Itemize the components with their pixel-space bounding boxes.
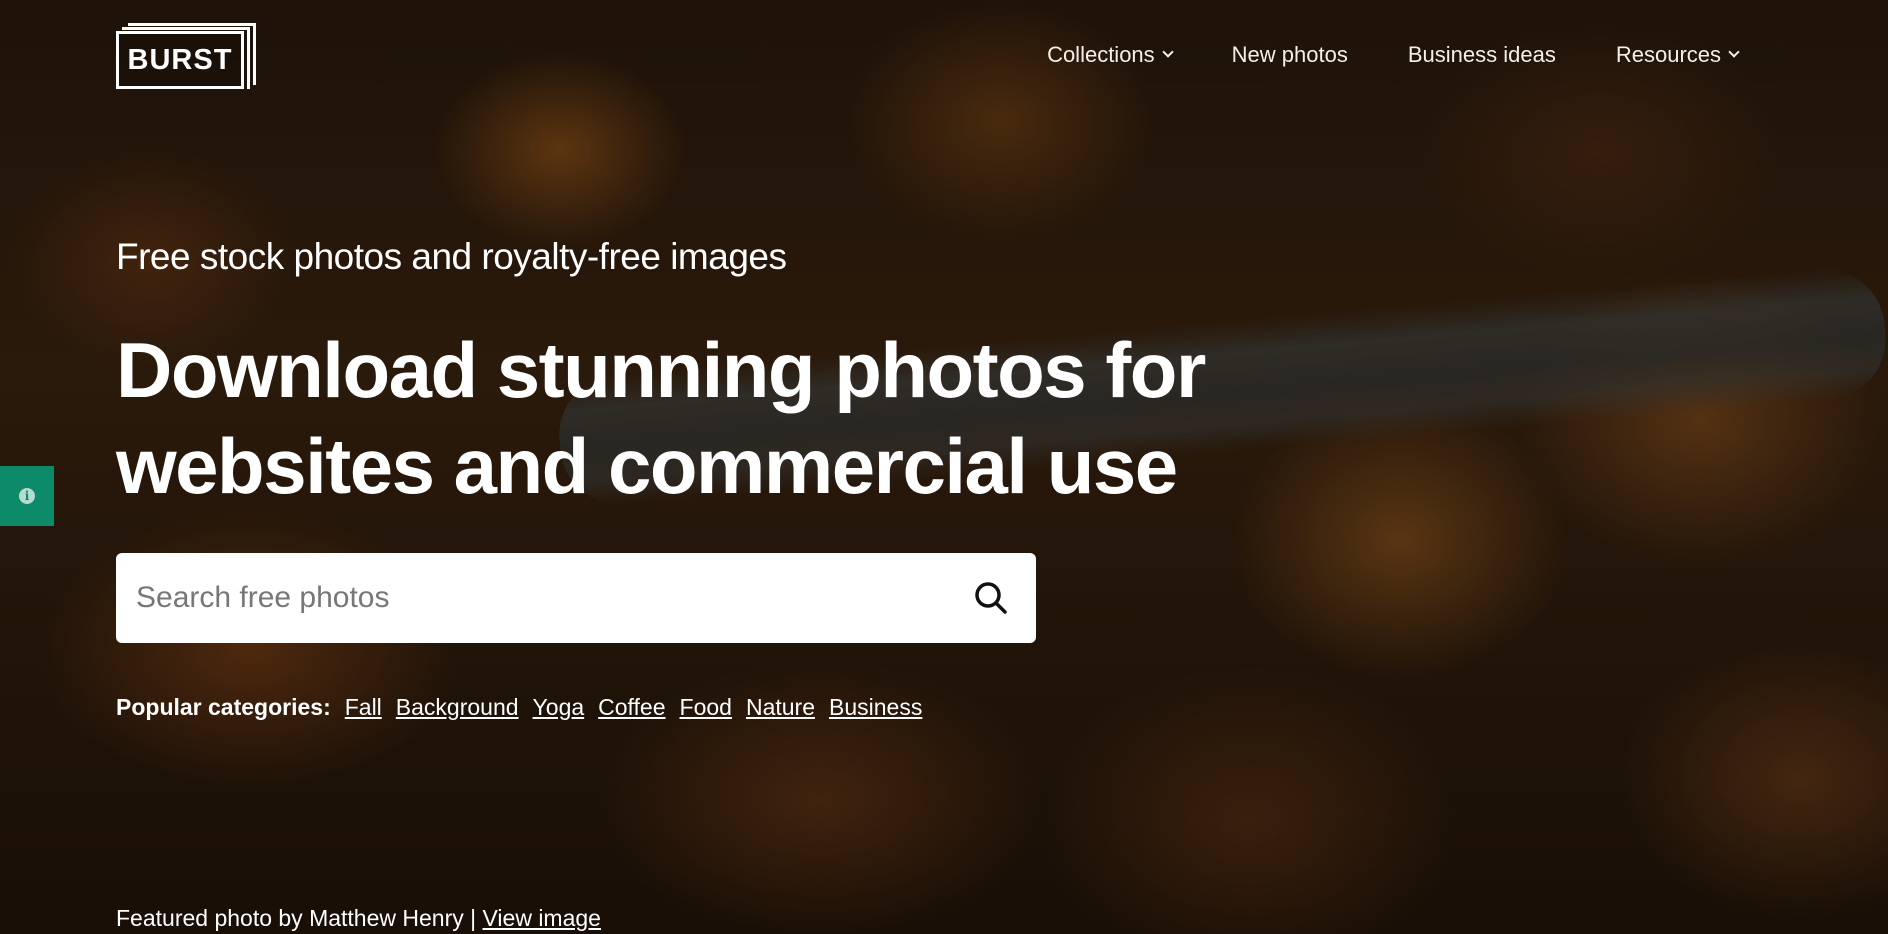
search-icon: [975, 582, 1007, 614]
search-button[interactable]: [946, 553, 1036, 643]
nav-item-label: Collections: [1047, 42, 1155, 67]
category-link-yoga[interactable]: Yoga: [533, 694, 585, 721]
view-image-link[interactable]: View image: [483, 905, 601, 931]
chevron-down-icon: [1162, 46, 1174, 58]
nav-item-label: New photos: [1231, 42, 1348, 67]
category-link-fall[interactable]: Fall: [345, 694, 382, 721]
search-form: [116, 552, 1036, 644]
burst-logo[interactable]: BURST: [116, 23, 256, 89]
main-nav: Collections New photos Business ideas Re…: [987, 42, 1740, 68]
side-info-tab[interactable]: i: [0, 466, 54, 526]
headline-line-2: websites and commercial use: [116, 422, 1178, 510]
category-link-coffee[interactable]: Coffee: [598, 694, 665, 721]
chevron-down-icon: [1728, 46, 1740, 58]
popular-categories: Popular categories: Fall Background Yoga…: [116, 694, 936, 721]
category-link-food[interactable]: Food: [680, 694, 732, 721]
search-input[interactable]: [116, 552, 946, 644]
hero-section: BURST Collections New photos Business id…: [0, 0, 1888, 934]
category-link-nature[interactable]: Nature: [746, 694, 815, 721]
headline-line-1: Download stunning photos for: [116, 326, 1206, 414]
nav-item-new-photos[interactable]: New photos: [1232, 42, 1348, 68]
hero-tagline: Free stock photos and royalty-free image…: [116, 236, 787, 277]
logo-text: BURST: [127, 43, 233, 76]
category-link-background[interactable]: Background: [396, 694, 519, 721]
nav-item-collections[interactable]: Collections: [1047, 42, 1174, 68]
nav-item-label: Resources: [1615, 42, 1721, 67]
category-link-business[interactable]: Business: [829, 694, 922, 721]
hero-headline: Download stunning photos for websites an…: [116, 322, 1316, 514]
nav-item-resources[interactable]: Resources: [1615, 42, 1740, 68]
nav-item-label: Business ideas: [1407, 42, 1556, 67]
info-icon: i: [19, 488, 35, 504]
photo-credit-text: Featured photo by Matthew Henry |: [116, 905, 477, 931]
nav-item-business-ideas[interactable]: Business ideas: [1408, 42, 1556, 68]
popular-categories-label: Popular categories:: [116, 694, 331, 720]
photo-credit: Featured photo by Matthew Henry | View i…: [116, 905, 601, 932]
